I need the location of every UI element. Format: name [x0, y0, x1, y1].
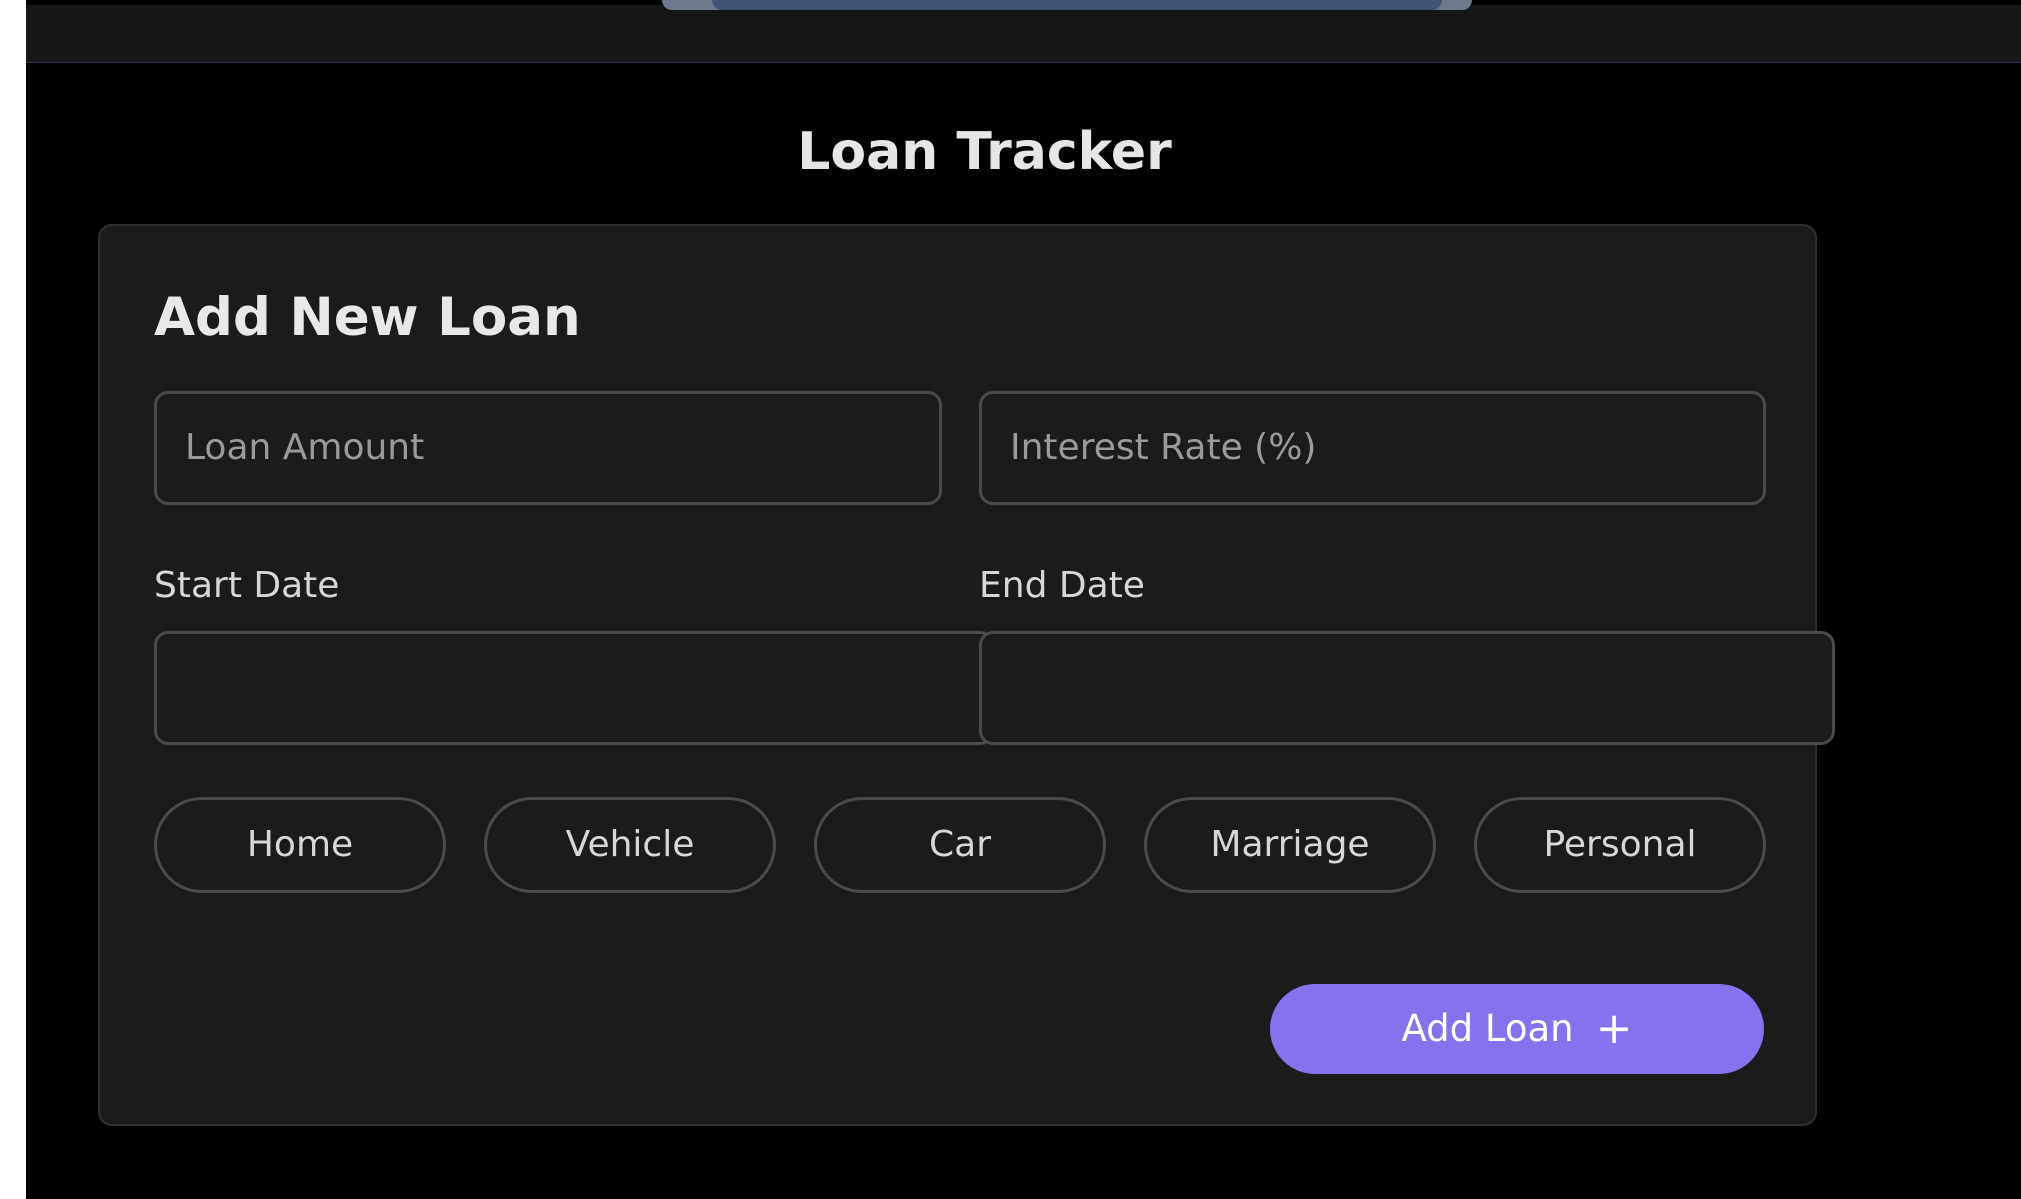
- start-date-input[interactable]: [154, 631, 994, 745]
- category-chip-marriage[interactable]: Marriage: [1144, 797, 1436, 893]
- category-chip-car[interactable]: Car: [814, 797, 1106, 893]
- category-chip-personal[interactable]: Personal: [1474, 797, 1766, 893]
- add-loan-button-label: Add Loan: [1401, 1007, 1574, 1050]
- card-title: Add New Loan: [154, 287, 581, 348]
- page-title: Loan Tracker: [797, 122, 1172, 182]
- app-window: Loan Tracker Add New Loan Loan Amount In…: [26, 0, 2021, 1199]
- top-bar: [26, 0, 2021, 63]
- interest-rate-input[interactable]: Interest Rate (%): [979, 391, 1766, 505]
- end-date-label: End Date: [979, 565, 1145, 606]
- end-date-input[interactable]: [979, 631, 1835, 745]
- add-loan-card: Add New Loan Loan Amount Interest Rate (…: [98, 224, 1835, 1126]
- start-date-label: Start Date: [154, 565, 340, 606]
- plus-icon: +: [1595, 1003, 1633, 1054]
- add-loan-button[interactable]: Add Loan +: [1270, 984, 1764, 1074]
- category-chip-home[interactable]: Home: [154, 797, 446, 893]
- loan-amount-input[interactable]: Loan Amount: [154, 391, 942, 505]
- top-bar-tab: [712, 0, 1442, 10]
- category-chip-vehicle[interactable]: Vehicle: [484, 797, 776, 893]
